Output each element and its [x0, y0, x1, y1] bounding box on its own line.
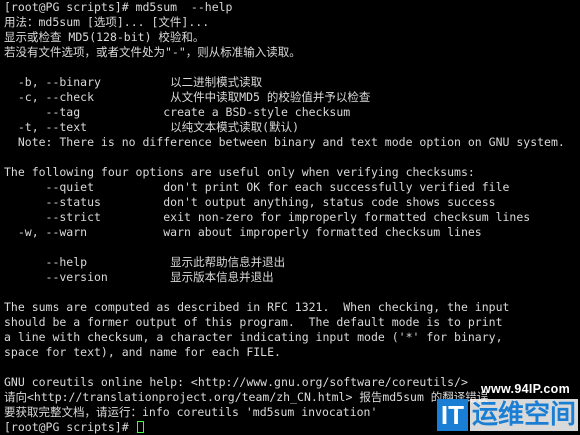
watermark: www.94IP.com IT 运维空间: [428, 381, 580, 435]
option-tag: --tag create a BSD-style checksum: [4, 105, 351, 119]
option-quiet: --quiet don't print OK for each successf…: [4, 180, 510, 194]
option-binary: -b, --binary 以二进制模式读取: [4, 75, 263, 89]
option-help: --help 显示此帮助信息并退出: [4, 255, 286, 269]
section-heading: The following four options are useful on…: [4, 165, 475, 179]
note-line: Note: There is no difference between bin…: [4, 135, 565, 149]
watermark-logo-it: IT: [436, 399, 468, 431]
translation-line: 请向<http://translationproject.org/team/zh…: [4, 390, 489, 404]
watermark-logo: IT 运维空间: [436, 397, 578, 433]
prompt-line[interactable]: [root@PG scripts]#: [4, 420, 144, 434]
paragraph-line: The sums are computed as described in RF…: [4, 300, 510, 314]
option-check: -c, --check 从文件中读取MD5 的校验值并予以检查: [4, 90, 371, 104]
option-warn: -w, --warn warn about improperly formatt…: [4, 225, 482, 239]
terminal-window[interactable]: [root@PG scripts]# md5sum --help 用法：md5s…: [0, 0, 580, 435]
description-line: 若没有文件选项，或者文件处为"-"，则从标准输入读取。: [4, 45, 301, 59]
watermark-logo-text: 运维空间: [469, 399, 578, 431]
command-line: [root@PG scripts]# md5sum --help: [4, 0, 233, 14]
description-line: 显示或检查 MD5(128-bit) 校验和。: [4, 30, 205, 44]
paragraph-line: space for text), and name for each FILE.: [4, 345, 281, 359]
option-version: --version 显示版本信息并退出: [4, 270, 274, 284]
info-line: 要获取完整文档，请运行：info coreutils 'md5sum invoc…: [4, 405, 378, 419]
text-cursor: [136, 421, 144, 433]
prompt: [root@PG scripts]#: [4, 420, 136, 434]
option-strict: --strict exit non-zero for improperly fo…: [4, 210, 531, 224]
paragraph-line: should be a former output of this progra…: [4, 315, 503, 329]
paragraph-line: a line with checksum, a character indica…: [4, 330, 503, 344]
online-help-line: GNU coreutils online help: <http://www.g…: [4, 375, 468, 389]
option-text: -t, --text 以纯文本模式读取(默认): [4, 120, 300, 134]
watermark-url: www.94IP.com: [480, 382, 570, 396]
option-status: --status don't output anything, status c…: [4, 195, 496, 209]
usage-line: 用法：md5sum [选项]... [文件]...: [4, 15, 210, 29]
